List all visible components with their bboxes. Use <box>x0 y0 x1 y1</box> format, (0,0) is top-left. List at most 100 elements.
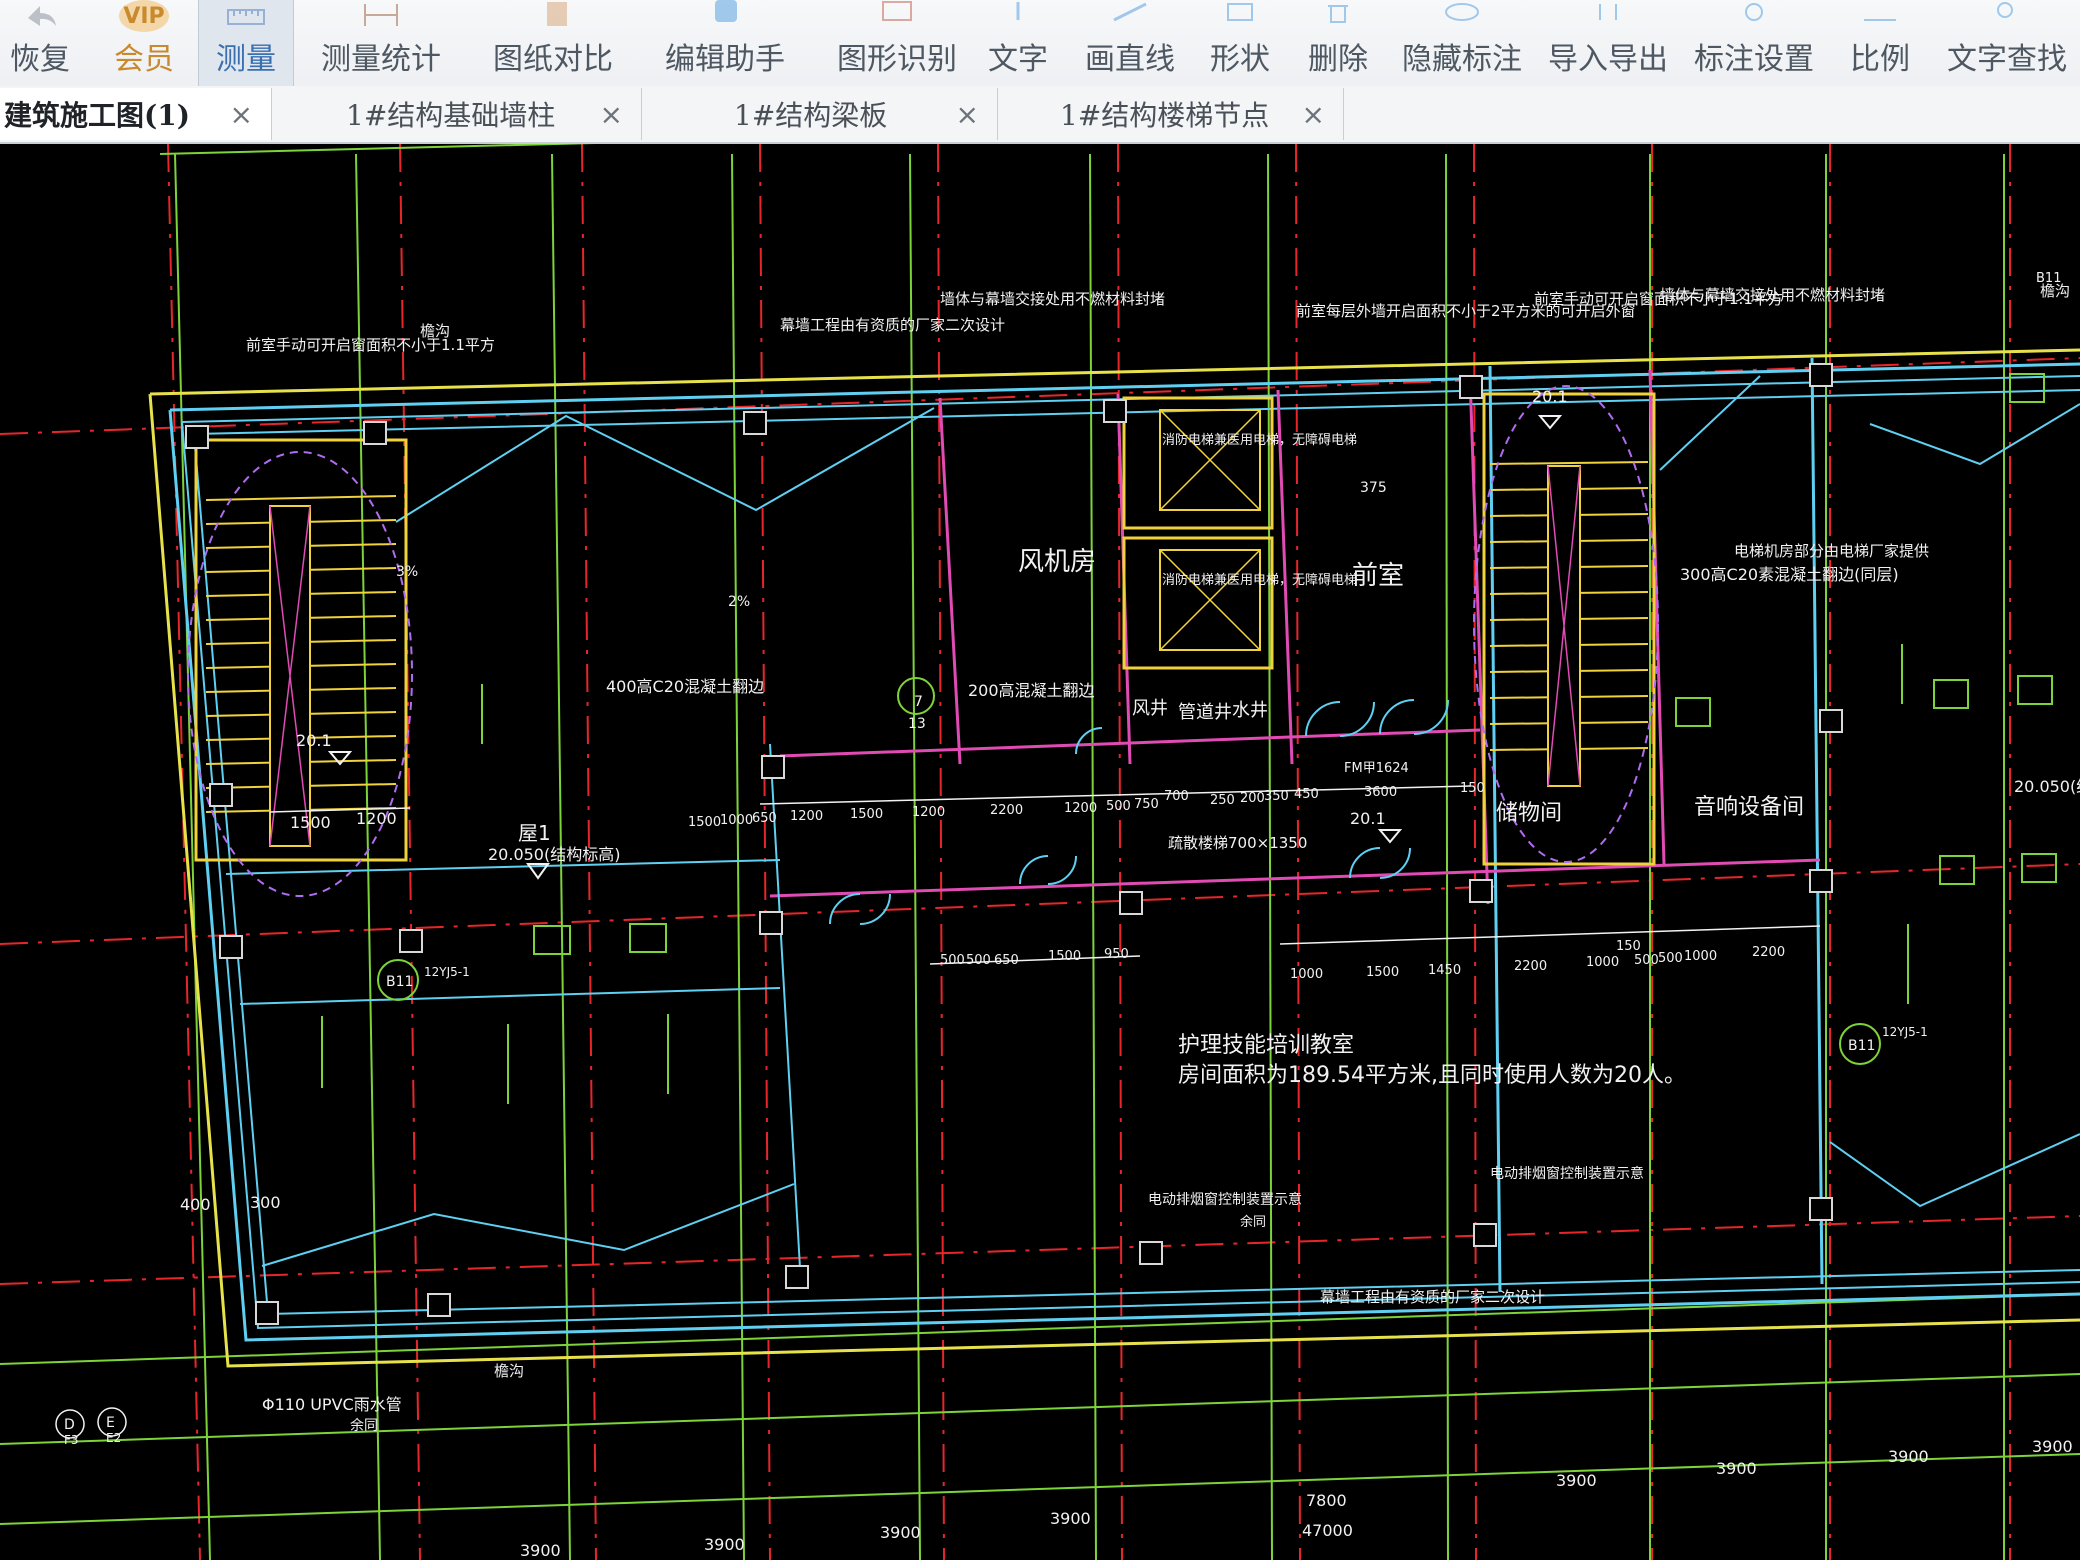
axis-sub-f3: F3 <box>64 1433 79 1447</box>
lower-dim-3: 1450 <box>1428 963 1461 978</box>
compare-button[interactable]: 图纸对比 <box>488 0 618 86</box>
mid-level: 20.1 <box>1350 809 1386 828</box>
fan-room-label: 风机房 <box>1018 547 1096 577</box>
tab-label: 1#结构梁板 <box>734 99 888 132</box>
annotation-settings-button[interactable]: 标注设置 <box>1694 0 1814 86</box>
floor-plan-drawing[interactable]: 风机房 前室 消防电梯兼医用电梯，无障碍电梯 消防电梯兼医用电梯，无障碍电梯 储… <box>0 144 2080 1560</box>
line-icon <box>1113 2 1147 22</box>
drawing-annotations: 风机房 前室 消防电梯兼医用电梯，无障碍电梯 消防电梯兼医用电梯，无障碍电梯 储… <box>55 271 2080 1560</box>
close-icon[interactable]: × <box>1302 98 1325 131</box>
measure-button[interactable]: 测量 <box>198 0 294 86</box>
axis-sub-e2: E2 <box>106 1431 121 1445</box>
curtain-wall-note: 墙体与幕墙交接处用不燃材料封堵 <box>940 290 1165 308</box>
delete-icon <box>1328 5 1348 23</box>
front-room-label: 前室 <box>1352 561 1404 591</box>
remote-control-note: 电动排烟窗控制装置示意 <box>1148 1191 1302 1208</box>
lower-dim-6: 150 <box>1616 939 1641 954</box>
measure-stats-button[interactable]: 测量统计 <box>316 0 446 86</box>
front-room-window-note: 前室每层外墙开启面积不小于2平方米的可开启外窗 <box>1296 302 1636 320</box>
shape-recognize-button[interactable]: 图形识别 <box>832 0 962 86</box>
mid-dim-8: 1200 <box>1064 801 1097 816</box>
hide-annotation-button[interactable]: 隐藏标注 <box>1402 0 1522 86</box>
dim-375: 375 <box>1360 480 1387 496</box>
dim-1200: 1200 <box>356 809 397 828</box>
stair-right-level: 20.1 <box>1532 387 1568 406</box>
lower-dim-10: 2200 <box>1752 945 1785 960</box>
lower-dim-13: 650 <box>994 953 1019 968</box>
elevator-1-label: 消防电梯兼医用电梯，无障碍电梯 <box>1162 432 1357 448</box>
dim-7: 7 <box>914 694 923 710</box>
mid-dim-13: 200 <box>1240 791 1265 806</box>
elevator-room-note: 电梯机房部分由电梯厂家提供 <box>1734 542 1929 560</box>
delete-button[interactable]: 删除 <box>1296 0 1380 86</box>
tab-foundation[interactable]: 1#结构基础墙柱 × <box>276 88 642 140</box>
text-search-icon <box>1997 2 2013 18</box>
mid-dim-7: 2200 <box>990 803 1023 818</box>
shaft-wind-label: 风井 <box>1132 698 1168 719</box>
shape-button[interactable]: 形状 <box>1198 0 1282 86</box>
pipe-ref: 12YJ5-1 <box>1882 1025 1928 1039</box>
drawing-canvas[interactable]: 风机房 前室 消防电梯兼医用电梯，无障碍电梯 消防电梯兼医用电梯，无障碍电梯 储… <box>0 144 2080 1560</box>
edit-assistant-icon <box>715 0 737 22</box>
edit-assistant-button[interactable]: 编辑助手 <box>660 0 790 86</box>
bottom-dim-7: 3900 <box>1556 1471 1597 1490</box>
bottom-dim-5: 7800 <box>1306 1491 1347 1510</box>
detail-note: 12YJ5-1 <box>424 965 470 979</box>
interior-walls <box>769 369 1821 905</box>
shape-recognize-icon <box>882 1 912 21</box>
mid-dim-10: 750 <box>1134 797 1159 812</box>
tab-stair-detail[interactable]: 1#结构楼梯节点 × <box>998 88 1344 140</box>
downpipe-sub-note: 余同 <box>350 1417 378 1434</box>
text-icon <box>1016 2 1020 20</box>
mid-dim-16: 3600 <box>1364 785 1397 800</box>
lower-dim-12: 500 <box>966 953 991 968</box>
slope-3-label: 3% <box>396 564 418 580</box>
bottom-dim-4: 3900 <box>1050 1509 1091 1528</box>
tab-architecture[interactable]: 建筑施工图(1) × <box>0 88 272 140</box>
toolbar: 恢复 VIP 会员 测量 测量统计 图纸对比 编辑助手 图形识别 文字 画直线 … <box>0 0 2080 87</box>
measure-stats-icon <box>364 4 398 26</box>
scale-button[interactable]: 比例 <box>1838 0 1922 86</box>
mid-dim-12: 250 <box>1210 793 1235 808</box>
remote-control-note-2: 电动排烟窗控制装置示意 <box>1490 1165 1644 1182</box>
close-icon[interactable]: × <box>230 98 253 131</box>
eave-label-3: 檐沟 <box>494 1362 524 1380</box>
mid-dim-3: 650 <box>752 811 777 826</box>
lower-dim-11: 500 <box>940 953 965 968</box>
eave-label: 檐沟 <box>420 322 450 340</box>
bottom-dim-8: 3900 <box>1716 1459 1757 1478</box>
stair-right <box>1473 385 1659 866</box>
lower-dim-14: 1500 <box>1048 949 1081 964</box>
vip-button[interactable]: VIP 会员 <box>104 0 184 86</box>
text-search-button[interactable]: 文字查找 <box>1944 0 2070 86</box>
text-button[interactable]: 文字 <box>978 0 1058 86</box>
tab-label: 1#结构楼梯节点 <box>1060 99 1270 132</box>
elevator-2-label: 消防电梯兼医用电梯，无障碍电梯 <box>1162 572 1357 588</box>
dimension-chains <box>269 785 1821 965</box>
level-right-value: 20.050(结 <box>2014 777 2080 796</box>
close-icon[interactable]: × <box>600 98 623 131</box>
annotation-settings-icon <box>1745 3 1763 21</box>
draw-line-button[interactable]: 画直线 <box>1080 0 1180 86</box>
mid-dim-2: 1000 <box>720 813 753 828</box>
training-room-label: 护理技能培训教室 <box>1178 1033 1354 1058</box>
equipment-room-label: 音响设备间 <box>1694 795 1804 820</box>
slope-2-label: 2% <box>728 594 750 610</box>
axis-letter-e: E <box>106 1415 115 1431</box>
bottom-dim-1: 3900 <box>520 1541 561 1560</box>
close-icon[interactable]: × <box>956 98 979 131</box>
same-as-note: 余同 <box>1240 1214 1266 1230</box>
undo-button[interactable]: 恢复 <box>0 0 80 86</box>
downpipe-note: Φ110 UPVC雨水管 <box>262 1395 402 1414</box>
bottom-dim-2: 3900 <box>704 1535 745 1554</box>
concrete-sill-note: 300高C20素混凝土翻边(同层) <box>1680 565 1899 584</box>
dim-400: 400 <box>180 1195 211 1214</box>
import-export-button[interactable]: 导入导出 <box>1548 0 1668 86</box>
lower-dim-9: 1000 <box>1684 949 1717 964</box>
shaft-pipe-label: 管道井 <box>1178 702 1232 723</box>
tab-beam-slab[interactable]: 1#结构梁板 × <box>642 88 998 140</box>
detail-ref-label: B11 <box>386 974 413 990</box>
stair-left-level: 20.1 <box>296 731 332 750</box>
mid-dim-15: 450 <box>1294 787 1319 802</box>
roof-level-label: 屋1 <box>518 821 551 845</box>
